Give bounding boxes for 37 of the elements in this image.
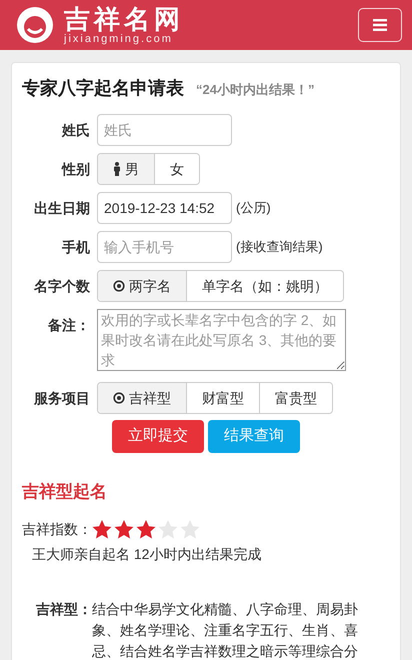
star-icon — [114, 520, 134, 538]
rating-label: 吉祥指数： — [22, 520, 92, 538]
field-label: 姓氏 — [60, 120, 90, 140]
field-label: 备注： — [47, 316, 90, 335]
option-button[interactable]: 单字名（如：姚明） — [186, 271, 343, 301]
field-note: (接收查询结果) — [236, 238, 323, 256]
submit-button[interactable]: 立即提交 — [112, 420, 204, 453]
text-field[interactable]: 姓氏 — [97, 114, 232, 146]
person-icon — [113, 162, 121, 176]
field-label: 名字个数 — [32, 276, 90, 296]
radio-dot-icon — [113, 391, 125, 405]
field-note: (公历) — [236, 199, 271, 218]
menu-button[interactable] — [358, 8, 402, 42]
text-field[interactable]: 2019-12-23 14:52 — [97, 192, 232, 224]
section-title: 吉祥型起名 — [22, 481, 108, 503]
option-button[interactable]: 富贵型 — [259, 383, 332, 413]
star-icon — [136, 520, 156, 538]
field-label: 手机 — [61, 238, 90, 256]
text-field[interactable]: 输入手机号 — [97, 231, 232, 263]
radio-dot-icon — [113, 279, 125, 293]
field-label: 性别 — [60, 160, 90, 178]
detail-label: 吉祥型： — [36, 600, 92, 618]
form-title: 专家八字起名申请表 — [22, 77, 184, 100]
option-button[interactable]: 两字名 — [98, 271, 186, 301]
field-label: 出生日期 — [33, 198, 90, 218]
option-button[interactable]: 吉祥型 — [98, 383, 186, 413]
remarks-field[interactable]: 欢用的字或长辈名字中包含的字 2、如果时改名请在此处写原名 3、其他的要求 — [97, 309, 346, 371]
option-button[interactable]: 男 — [98, 154, 154, 184]
menu-icon — [373, 19, 387, 31]
star-icon — [92, 520, 112, 538]
logo-text: 吉祥名网 — [64, 6, 184, 32]
detail-text: 结合中华易学文化精髓、八字命理、周易卦象、姓名学理论、注重名字五行、生肖、喜忌、结合姓名学吉祥数理之暗示等理综合分 — [92, 600, 359, 660]
form-subtitle: “24小时内出结果！” — [196, 81, 314, 99]
logo-domain: jixiangming.com — [64, 34, 174, 44]
option-button[interactable]: 女 — [154, 154, 199, 184]
summary-text: 王大师亲自起名 12小时内出结果完成 — [31, 544, 262, 564]
field-label: 服务项目 — [32, 388, 90, 408]
